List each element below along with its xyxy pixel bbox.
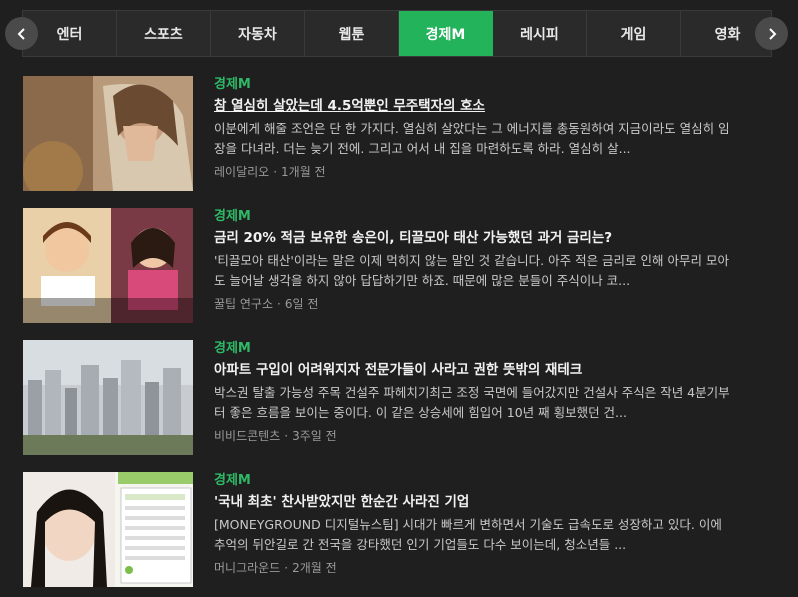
tab-game[interactable]: 게임: [587, 11, 681, 56]
article-category: 경제M: [214, 209, 251, 224]
article-text: 경제M '국내 최초' 찬사받았지만 한순간 사라진 기업 [MONEYGROU…: [214, 472, 734, 577]
article-thumbnail[interactable]: [23, 472, 193, 587]
article-meta: 꿀팁 연구소 · 6일 전: [214, 297, 319, 311]
article-description: 이분에게 해줄 조언은 단 한 가지다. 열심히 살았다는 그 에너지를 총동원…: [214, 121, 730, 156]
article-description: [MONEYGROUND 디지털뉴스팀] 시대가 빠르게 변하면서 기술도 급속…: [214, 517, 722, 552]
article-title[interactable]: 참 열심히 살았는데 4.5억뿐인 무주택자의 호소: [214, 97, 734, 116]
chevron-left-icon: [17, 27, 25, 40]
prev-tabs-button[interactable]: [5, 17, 38, 50]
article-source: 머니그라운드: [214, 561, 281, 575]
chevron-right-icon: [768, 27, 776, 40]
article-description: 박스권 탈출 가능성 주목 건설주 파헤치기최근 조정 국면에 들어갔지만 건설…: [214, 385, 730, 420]
article-title[interactable]: '국내 최초' 찬사받았지만 한순간 사라진 기업: [214, 493, 734, 512]
article-text: 경제M 금리 20% 적금 보유한 송은이, 티끌모아 태산 가능했던 과거 금…: [214, 208, 734, 313]
category-tab-bar: 엔터 스포츠 자동차 웹툰 경제M 레시피 게임 영화: [22, 10, 772, 57]
article-thumbnail[interactable]: [23, 208, 193, 323]
tab-sports[interactable]: 스포츠: [117, 11, 211, 56]
article-title[interactable]: 아파트 구입이 어려워지자 전문가들이 사라고 권한 뜻밖의 재테크: [214, 361, 734, 380]
tab-car[interactable]: 자동차: [211, 11, 305, 56]
article-meta: 머니그라운드 · 2개월 전: [214, 561, 337, 575]
tab-economy[interactable]: 경제M: [399, 11, 493, 56]
article-source: 비비드콘텐츠: [214, 429, 281, 443]
article-title[interactable]: 금리 20% 적금 보유한 송은이, 티끌모아 태산 가능했던 과거 금리는?: [214, 229, 734, 248]
article-time: 1개월 전: [281, 165, 326, 179]
tab-webtoon[interactable]: 웹툰: [305, 11, 399, 56]
next-tabs-button[interactable]: [755, 17, 788, 50]
article-meta: 비비드콘텐츠 · 3주일 전: [214, 429, 337, 443]
article-item[interactable]: 경제M '국내 최초' 찬사받았지만 한순간 사라진 기업 [MONEYGROU…: [23, 472, 783, 587]
article-item[interactable]: 경제M 아파트 구입이 어려워지자 전문가들이 사라고 권한 뜻밖의 재테크 박…: [23, 340, 783, 455]
tab-list: 엔터 스포츠 자동차 웹툰 경제M 레시피 게임 영화: [23, 11, 771, 56]
article-category: 경제M: [214, 341, 251, 356]
article-text: 경제M 참 열심히 살았는데 4.5억뿐인 무주택자의 호소 이분에게 해줄 조…: [214, 76, 734, 181]
article-description: '티끌모아 태산'이라는 말은 이제 먹히지 않는 말인 것 같습니다. 아주 …: [214, 253, 729, 288]
article-time: 3주일 전: [292, 429, 337, 443]
article-time: 2개월 전: [292, 561, 337, 575]
tab-recipe[interactable]: 레시피: [493, 11, 587, 56]
article-text: 경제M 아파트 구입이 어려워지자 전문가들이 사라고 권한 뜻밖의 재테크 박…: [214, 340, 734, 445]
article-source: 꿀팁 연구소: [214, 297, 274, 311]
article-thumbnail[interactable]: [23, 76, 193, 191]
article-item[interactable]: 경제M 참 열심히 살았는데 4.5억뿐인 무주택자의 호소 이분에게 해줄 조…: [23, 76, 783, 191]
article-meta: 레이달리오 · 1개월 전: [214, 165, 326, 179]
article-item[interactable]: 경제M 금리 20% 적금 보유한 송은이, 티끌모아 태산 가능했던 과거 금…: [23, 208, 783, 323]
article-category: 경제M: [214, 473, 251, 488]
article-thumbnail[interactable]: [23, 340, 193, 455]
article-source: 레이달리오: [214, 165, 270, 179]
article-time: 6일 전: [284, 297, 319, 311]
article-category: 경제M: [214, 77, 251, 92]
